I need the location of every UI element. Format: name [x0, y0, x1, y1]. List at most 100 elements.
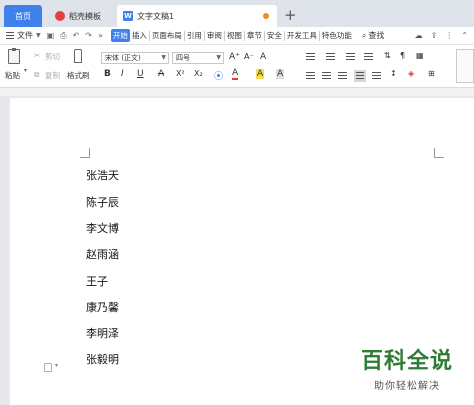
document-line[interactable]: 康乃馨	[86, 299, 119, 315]
font-color-button[interactable]: A	[232, 68, 239, 80]
tab-security[interactable]: 安全	[265, 29, 284, 42]
more-options-icon[interactable]: ⋮	[445, 31, 453, 40]
align-center-icon[interactable]	[322, 72, 331, 80]
search-button[interactable]: ⌕ 查找	[362, 30, 384, 41]
grow-font-button[interactable]: A⁺	[229, 52, 240, 62]
shrink-font-button[interactable]: A⁻	[244, 52, 254, 61]
ruler	[0, 88, 474, 96]
new-tab-button[interactable]: +	[284, 5, 297, 25]
tab-view[interactable]: 视图	[225, 29, 244, 42]
tab-section[interactable]: 章节	[245, 29, 264, 42]
bullet-list-icon[interactable]	[306, 53, 315, 61]
tab-close-icon[interactable]	[263, 13, 269, 19]
tab-insert[interactable]: 插入	[130, 29, 149, 42]
cut-button-label[interactable]: 剪切	[45, 51, 60, 62]
margin-corner-left	[80, 148, 90, 158]
strikethrough-button[interactable]: A	[158, 69, 164, 79]
hamburger-icon	[6, 32, 14, 39]
underline-button[interactable]: U	[137, 69, 144, 79]
decrease-indent-icon[interactable]	[346, 53, 355, 61]
clear-format-button[interactable]: A	[260, 52, 266, 62]
print-icon[interactable]: ⎙	[60, 31, 66, 41]
chevron-down-icon: ▼	[216, 54, 221, 61]
watermark: 百科全说 助你轻松解决	[352, 349, 462, 392]
align-left-icon[interactable]	[306, 72, 315, 80]
tab-document[interactable]: W 文字文稿1	[117, 5, 277, 27]
char-shading-button[interactable]: A	[276, 69, 285, 79]
tab-page-layout[interactable]: 页面布局	[150, 29, 184, 42]
document-line[interactable]: 李明泽	[86, 325, 119, 341]
tab-references[interactable]: 引用	[185, 29, 204, 42]
increase-indent-icon[interactable]	[364, 53, 373, 61]
tab-home-label: 首页	[15, 11, 31, 21]
bold-button[interactable]: B	[104, 69, 111, 79]
tab-document-label: 文字文稿1	[137, 11, 175, 21]
tab-template-label: 稻壳模板	[69, 11, 101, 21]
cloud-icon[interactable]: ☁	[415, 31, 423, 40]
border-icon[interactable]: ⊞	[428, 69, 435, 78]
document-line[interactable]: 陈子辰	[86, 194, 119, 210]
justify-icon[interactable]	[354, 70, 366, 82]
tab-home[interactable]: 首页	[4, 5, 42, 27]
document-line[interactable]: 张浩天	[86, 167, 119, 183]
format-painter-icon[interactable]	[74, 49, 82, 63]
copy-icon[interactable]: ⧉	[34, 70, 39, 80]
shading-icon[interactable]: ◈	[408, 69, 414, 78]
search-icon: ⌕	[361, 30, 367, 40]
menu-bar: 文件 ▼ ▣ ⎙ ↶ ↷ » 开始 插入 页面布局 引用 审阅 视图 章节 安全…	[0, 27, 474, 45]
tab-start[interactable]: 开始	[110, 29, 130, 42]
cut-icon[interactable]: ✂	[34, 51, 40, 60]
watermark-subtitle: 助你轻松解决	[374, 381, 440, 392]
save-icon[interactable]: ▣	[47, 31, 55, 40]
tab-bar: 首页 稻壳模板 W 文字文稿1 +	[0, 0, 474, 27]
numbered-list-icon[interactable]	[326, 53, 335, 61]
font-name-value: 宋体 (正文)	[105, 54, 141, 62]
document-line[interactable]: 赵雨涵	[86, 246, 119, 262]
paragraph-handle-icon[interactable]	[44, 363, 52, 372]
tab-template[interactable]: 稻壳模板	[49, 5, 113, 27]
document-line[interactable]: 王子	[86, 273, 108, 289]
ribbon-tabs: 开始 插入 页面布局 引用 审阅 视图 章节 安全 开发工具 特色功能	[110, 29, 354, 42]
undo-icon[interactable]: ↶	[73, 31, 80, 40]
watermark-title: 百科全说	[360, 349, 453, 374]
paste-button-label[interactable]: 粘贴	[5, 70, 20, 81]
margin-corner-right	[434, 148, 444, 158]
writer-doc-icon: W	[123, 11, 133, 21]
more-icon[interactable]: »	[98, 31, 103, 40]
align-right-icon[interactable]	[338, 72, 347, 80]
subscript-button[interactable]: X₂	[194, 69, 203, 78]
collapse-icon[interactable]: ⌃	[461, 31, 468, 40]
distributed-align-icon[interactable]	[372, 72, 381, 80]
copy-button-label[interactable]: 复制	[45, 70, 60, 81]
sort-icon[interactable]: ⇅	[384, 51, 391, 60]
styles-gallery[interactable]	[456, 49, 474, 83]
chevron-down-icon: ▼	[161, 54, 166, 61]
paste-dropdown-icon[interactable]: ▾	[24, 67, 27, 74]
font-size-value: 四号	[176, 54, 190, 62]
tab-developer[interactable]: 开发工具	[285, 29, 319, 42]
font-size-select[interactable]: 四号 ▼	[172, 52, 224, 64]
file-menu[interactable]: 文件 ▼	[6, 30, 41, 41]
format-painter-label[interactable]: 格式刷	[67, 70, 90, 81]
line-spacing-icon[interactable]: ↕	[390, 69, 397, 78]
tab-special-features[interactable]: 特色功能	[320, 29, 354, 42]
chevron-down-icon: ▼	[36, 32, 41, 39]
document-line[interactable]: 李文博	[86, 220, 119, 236]
text-effect-icon[interactable]: ⦿	[214, 69, 223, 82]
italic-button[interactable]: I	[121, 69, 124, 79]
paste-icon[interactable]	[8, 48, 20, 64]
document-line[interactable]: 张毅明	[86, 351, 119, 367]
font-name-select[interactable]: 宋体 (正文) ▼	[101, 52, 169, 64]
chevron-down-icon[interactable]: ▾	[55, 362, 58, 369]
window-tools: ☁ ⇪ ⋮ ⌃	[415, 31, 468, 40]
search-label: 查找	[368, 31, 385, 40]
share-icon[interactable]: ⇪	[431, 31, 438, 40]
show-marks-icon[interactable]: ¶	[400, 51, 405, 60]
redo-icon[interactable]: ↷	[85, 31, 92, 40]
ribbon-toolbar: 粘贴 ▾ ✂ 剪切 ⧉ 复制 格式刷 宋体 (正文) ▼ 四号 ▼ A⁺ A⁻ …	[0, 45, 474, 88]
tab-review[interactable]: 审阅	[205, 29, 224, 42]
superscript-button[interactable]: X²	[176, 69, 185, 78]
file-menu-label: 文件	[17, 31, 33, 40]
highlight-button[interactable]: A	[256, 69, 265, 79]
borders-icon[interactable]: ▦	[416, 51, 424, 60]
